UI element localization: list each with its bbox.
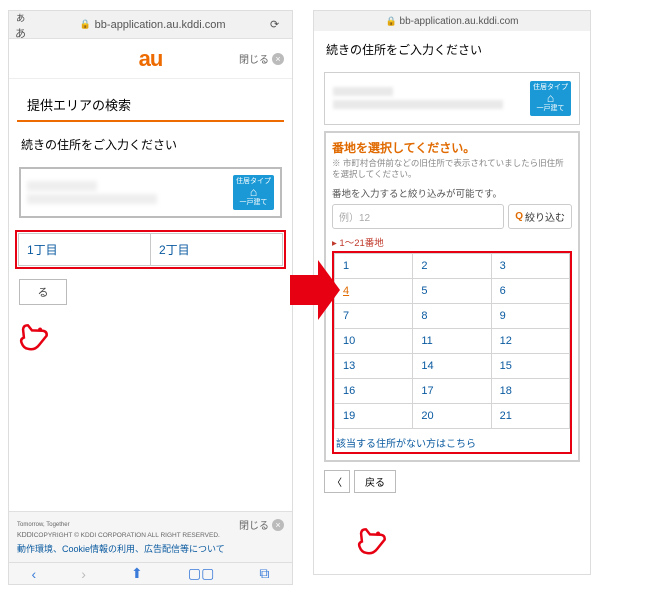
banchi-option[interactable]: 13	[335, 353, 413, 378]
back-button[interactable]: 戻る	[354, 470, 396, 493]
banchi-option[interactable]: 15	[491, 353, 569, 378]
banchi-option[interactable]: 11	[413, 328, 491, 353]
filter-button[interactable]: Q絞り込む	[508, 204, 572, 229]
nav-forward-icon[interactable]: ›	[81, 566, 86, 582]
banchi-option[interactable]: 9	[491, 303, 569, 328]
chome-option-1[interactable]: 1丁目	[19, 233, 151, 265]
close-icon: ×	[272, 53, 284, 65]
nav-back-icon[interactable]: ‹	[32, 566, 37, 582]
no-address-link[interactable]: 該当する住所がない方はこちら	[334, 429, 570, 452]
banchi-option[interactable]: 17	[413, 378, 491, 403]
tagline: Tomorrow, Together	[17, 522, 70, 528]
lock-icon: 🔒	[386, 16, 397, 27]
house-icon: ⌂	[533, 92, 568, 105]
section-title: 提供エリアの検索	[17, 85, 284, 122]
filter-label: 番地を入力すると絞り込みが可能です。	[332, 186, 572, 200]
back-button[interactable]: る	[19, 279, 67, 305]
safari-toolbar: ‹ › ⬆︎ ▢▢ ⧉	[9, 562, 292, 584]
banchi-panel: 番地を選択してください。 ※ 市町村合併前などの旧住所で表示されていましたら旧住…	[324, 131, 580, 462]
banchi-grid-highlight: 123456789101112131415161718192021 該当する住所…	[332, 251, 572, 454]
tabs-icon[interactable]: ⧉	[259, 565, 269, 582]
banchi-option[interactable]: 19	[335, 403, 413, 428]
close-button[interactable]: 閉じる ×	[239, 51, 284, 66]
banchi-option[interactable]: 4	[335, 278, 413, 303]
footer: Tomorrow, Together 閉じる× KDDI COPYRIGHT ©…	[9, 511, 292, 562]
back-step-button[interactable]: 〈	[324, 470, 350, 493]
banchi-filter-input[interactable]: 例）12	[332, 204, 504, 229]
banchi-option[interactable]: 16	[335, 378, 413, 403]
instruction-text: 続きの住所をご入力ください	[9, 122, 292, 163]
banchi-option[interactable]: 7	[335, 303, 413, 328]
search-icon: Q	[515, 211, 523, 222]
chome-option-2[interactable]: 2丁目	[151, 233, 283, 265]
au-logo: au	[139, 46, 163, 72]
instruction-text: 続きの住所をご入力ください	[314, 31, 590, 68]
brand-row: au 閉じる ×	[9, 39, 292, 79]
banchi-table: 123456789101112131415161718192021	[334, 253, 570, 429]
pointer-hand-icon	[14, 316, 54, 356]
banchi-option[interactable]: 3	[491, 253, 569, 278]
url-text: bb-application.au.kddi.com	[400, 16, 519, 27]
selected-address-card: 住居タイプ ⌂ 一戸建て	[324, 72, 580, 125]
phone-right: 🔒 bb-application.au.kddi.com 続きの住所をご入力くだ…	[313, 10, 591, 575]
banchi-option[interactable]: 21	[491, 403, 569, 428]
chome-selection-highlight: 1丁目 2丁目	[15, 230, 286, 269]
text-size-button[interactable]: ぁあ	[15, 9, 35, 41]
close-label: 閉じる	[239, 51, 269, 66]
range-label[interactable]: ▸ 1〜21番地	[332, 235, 572, 249]
pointer-hand-icon	[352, 520, 392, 560]
bookmarks-icon[interactable]: ▢▢	[188, 565, 214, 582]
kddi-logo: KDDI	[17, 532, 34, 539]
copyright-text: COPYRIGHT © KDDI CORPORATION ALL RIGHT R…	[34, 532, 220, 539]
banchi-option[interactable]: 12	[491, 328, 569, 353]
banchi-option[interactable]: 8	[413, 303, 491, 328]
residence-type-badge: 住居タイプ ⌂ 一戸建て	[530, 81, 571, 116]
chome-table: 1丁目 2丁目	[18, 233, 283, 266]
address-text-blurred	[27, 181, 233, 204]
selected-address-card: 住居タイプ ⌂ 一戸建て	[19, 167, 282, 218]
banchi-option[interactable]: 10	[335, 328, 413, 353]
house-icon: ⌂	[236, 186, 271, 199]
banchi-option[interactable]: 18	[491, 378, 569, 403]
select-note: ※ 市町村合併前などの旧住所で表示されていましたら旧住所を選択してください。	[332, 158, 572, 180]
reload-icon[interactable]: ⟳	[270, 18, 286, 31]
footer-close-button[interactable]: 閉じる×	[239, 517, 284, 532]
red-arrow-icon	[290, 260, 340, 320]
banchi-option[interactable]: 20	[413, 403, 491, 428]
browser-top-bar-right: 🔒 bb-application.au.kddi.com	[314, 11, 590, 31]
residence-type-badge: 住居タイプ ⌂ 一戸建て	[233, 175, 274, 210]
select-title: 番地を選択してください。	[332, 139, 572, 156]
url-display[interactable]: 🔒 bb-application.au.kddi.com	[35, 19, 270, 31]
footer-link[interactable]: 動作環境、Cookie情報の利用、広告配信等について	[17, 544, 225, 554]
banchi-option[interactable]: 6	[491, 278, 569, 303]
banchi-option[interactable]: 14	[413, 353, 491, 378]
share-icon[interactable]: ⬆︎	[131, 565, 143, 582]
banchi-option[interactable]: 1	[335, 253, 413, 278]
phone-left: ぁあ 🔒 bb-application.au.kddi.com ⟳ au 閉じる …	[8, 10, 293, 585]
browser-top-bar: ぁあ 🔒 bb-application.au.kddi.com ⟳	[9, 11, 292, 39]
url-text: bb-application.au.kddi.com	[95, 19, 226, 31]
lock-icon: 🔒	[79, 19, 90, 30]
banchi-option[interactable]: 2	[413, 253, 491, 278]
banchi-option[interactable]: 5	[413, 278, 491, 303]
